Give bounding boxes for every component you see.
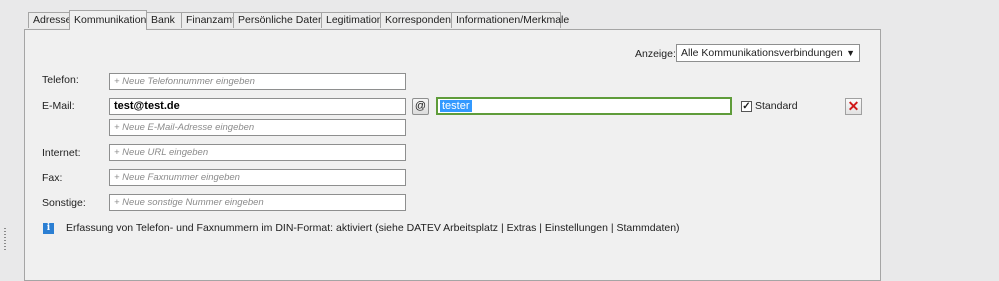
standard-checkbox[interactable]: ✓ xyxy=(741,101,752,112)
telefon-label: Telefon: xyxy=(42,74,79,86)
tab-adresse[interactable]: Adresse xyxy=(28,12,72,28)
sonstige-label: Sonstige: xyxy=(42,197,86,209)
email-name-selected-text: tester xyxy=(440,100,472,112)
email-name-input[interactable]: tester xyxy=(436,97,732,115)
email-input[interactable]: test@test.de xyxy=(109,98,406,115)
email-label: E-Mail: xyxy=(42,100,75,112)
telefon-input[interactable]: + Neue Telefonnummer eingeben xyxy=(109,73,406,90)
email-at-button[interactable]: @ xyxy=(412,98,429,115)
tab-kommunikation[interactable]: Kommunikation xyxy=(69,10,147,30)
tab-bank[interactable]: Bank xyxy=(146,12,182,28)
info-icon: i xyxy=(43,223,54,234)
chevron-down-icon: ▼ xyxy=(846,48,855,58)
internet-input[interactable]: + Neue URL eingeben xyxy=(109,144,406,161)
anzeige-select-value: Alle Kommunikationsverbindungen xyxy=(681,47,843,59)
tab-informationen-merkmale[interactable]: Informationen/Merkmale xyxy=(451,12,569,28)
din-format-info-text: Erfassung von Telefon- und Faxnummern im… xyxy=(66,222,680,234)
internet-label: Internet: xyxy=(42,147,81,159)
anzeige-label: Anzeige: xyxy=(635,48,676,60)
sonstige-input[interactable]: + Neue sonstige Nummer eingeben xyxy=(109,194,406,211)
tab-legitimation[interactable]: Legitimation xyxy=(321,12,383,28)
standard-label: Standard xyxy=(755,100,798,112)
fax-input[interactable]: + Neue Faxnummer eingeben xyxy=(109,169,406,186)
delete-email-button[interactable]: ✕ xyxy=(845,98,862,115)
close-x-icon: ✕ xyxy=(847,98,860,114)
tab-finanzamt[interactable]: Finanzamt xyxy=(181,12,235,28)
splitter-handle[interactable] xyxy=(4,228,6,250)
tab-korrespondenz[interactable]: Korrespondenz xyxy=(380,12,456,28)
fax-label: Fax: xyxy=(42,172,63,184)
tab-persoenliche-daten[interactable]: Persönliche Daten xyxy=(233,12,324,28)
new-email-input[interactable]: + Neue E-Mail-Adresse eingeben xyxy=(109,119,406,136)
anzeige-select[interactable]: Alle Kommunikationsverbindungen ▼ xyxy=(676,44,860,62)
